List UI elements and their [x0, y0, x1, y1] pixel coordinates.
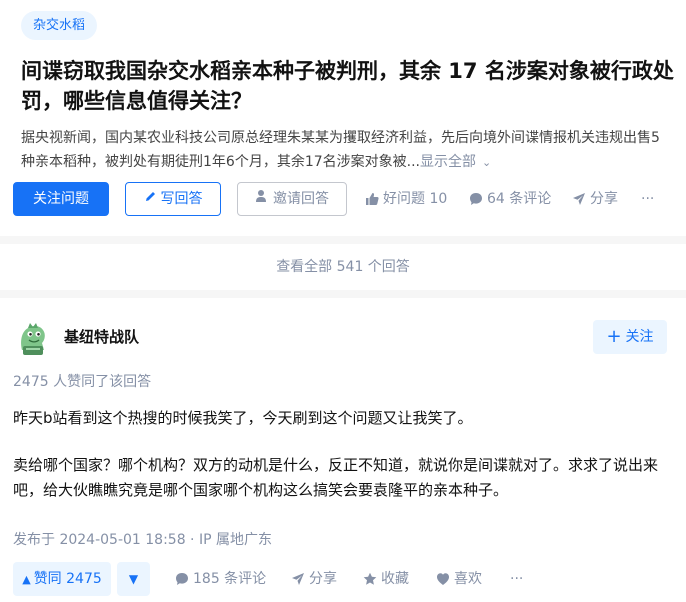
- answer-more-button[interactable]: ···: [510, 562, 523, 596]
- answer-published-time[interactable]: 发布于 2024-05-01 18:58 · IP 属地广东: [13, 529, 272, 549]
- collect-button[interactable]: 收藏: [363, 562, 409, 596]
- question-title[interactable]: 间谍窃取我国杂交水稻亲本种子被判刑，其余 17 名涉案对象被行政处罚，哪些信息值…: [21, 56, 681, 116]
- author-name[interactable]: 基纽特战队: [64, 326, 139, 347]
- downvote-button[interactable]: ▼: [117, 562, 150, 596]
- question-card: 杂交水稻 间谍窃取我国杂交水稻亲本种子被判刑，其余 17 名涉案对象被行政处罚，…: [0, 0, 686, 236]
- share-label: 分享: [590, 191, 618, 207]
- good-question-label: 好问题 10: [383, 191, 448, 207]
- chevron-down-icon: ⌄: [481, 156, 492, 169]
- show-all-link[interactable]: 显示全部 ⌄: [420, 154, 491, 170]
- share-icon: [292, 573, 304, 585]
- avatar[interactable]: [14, 320, 52, 358]
- question-actions: 关注问题 写回答 邀请回答 好问题 10 64 条评论 分享 ···: [13, 182, 673, 216]
- plus-icon: +: [606, 326, 622, 347]
- follow-question-button[interactable]: 关注问题: [13, 182, 109, 216]
- add-user-icon: [255, 183, 269, 215]
- see-all-answers-link[interactable]: 查看全部 541 个回答: [0, 244, 686, 290]
- like-button[interactable]: 喜欢: [436, 562, 482, 596]
- triangle-down-icon: ▼: [128, 572, 139, 586]
- follow-author-button[interactable]: + 关注: [593, 320, 667, 354]
- comment-icon: [176, 573, 188, 585]
- comments-label: 64 条评论: [487, 191, 552, 207]
- answer-actions: ▲ 赞同 2475 ▼ 185 条评论 分享 收藏 喜欢 ···: [13, 562, 673, 596]
- share-icon: [573, 193, 585, 205]
- answer-card: 基纽特战队 + 关注 2475 人赞同了该回答 昨天b站看到这个热搜的时候我笑了，…: [0, 298, 686, 602]
- topic-tag[interactable]: 杂交水稻: [21, 11, 98, 40]
- pencil-icon: [144, 183, 157, 215]
- question-summary: 据央视新闻，国内某农业科技公司原总经理朱某某为攫取经济利益，先后向境外间谍情报机…: [21, 126, 661, 175]
- upvote-summary: 2475 人赞同了该回答: [13, 374, 152, 390]
- collect-label: 收藏: [381, 571, 409, 587]
- write-answer-label: 写回答: [160, 191, 203, 207]
- triangle-up-icon: ▲: [22, 573, 31, 586]
- follow-author-label: 关注: [625, 329, 654, 345]
- answer-body: 昨天b站看到这个热搜的时候我笑了，今天刷到这个问题又让我笑了。 卖给哪个国家？哪…: [13, 406, 663, 525]
- answer-paragraph: 卖给哪个国家？哪个机构？双方的动机是什么，反正不知道，就说你是间谍就对了。求求了…: [13, 456, 659, 499]
- upvote-label: 赞同 2475: [33, 571, 102, 587]
- like-label: 喜欢: [454, 571, 482, 587]
- answer-share-button[interactable]: 分享: [291, 562, 337, 596]
- invite-answer-button[interactable]: 邀请回答: [237, 182, 347, 216]
- write-answer-button[interactable]: 写回答: [125, 182, 221, 216]
- upvote-button[interactable]: ▲ 赞同 2475: [13, 562, 111, 596]
- answer-comments-label: 185 条评论: [193, 571, 267, 587]
- show-all-label: 显示全部: [419, 154, 476, 170]
- question-summary-text: 据央视新闻，国内某农业科技公司原总经理朱某某为攫取经济利益，先后向境外间谍情报机…: [21, 130, 660, 170]
- comments-button[interactable]: 64 条评论: [469, 182, 551, 216]
- comment-icon: [470, 193, 482, 205]
- share-button[interactable]: 分享: [572, 182, 618, 216]
- good-question-button[interactable]: 好问题 10: [365, 182, 447, 216]
- thumbs-up-icon: [366, 193, 379, 205]
- star-icon: [363, 572, 377, 585]
- see-all-answers-bar[interactable]: 查看全部 541 个回答: [0, 244, 686, 290]
- invite-answer-label: 邀请回答: [273, 191, 329, 207]
- answer-paragraph: 昨天b站看到这个热搜的时候我笑了，今天刷到这个问题又让我笑了。: [13, 409, 473, 427]
- green-dinosaur-avatar-icon: [14, 320, 52, 358]
- answer-share-label: 分享: [309, 571, 337, 587]
- more-button[interactable]: ···: [641, 182, 654, 216]
- heart-icon: [437, 573, 449, 585]
- answer-comments-button[interactable]: 185 条评论: [175, 562, 266, 596]
